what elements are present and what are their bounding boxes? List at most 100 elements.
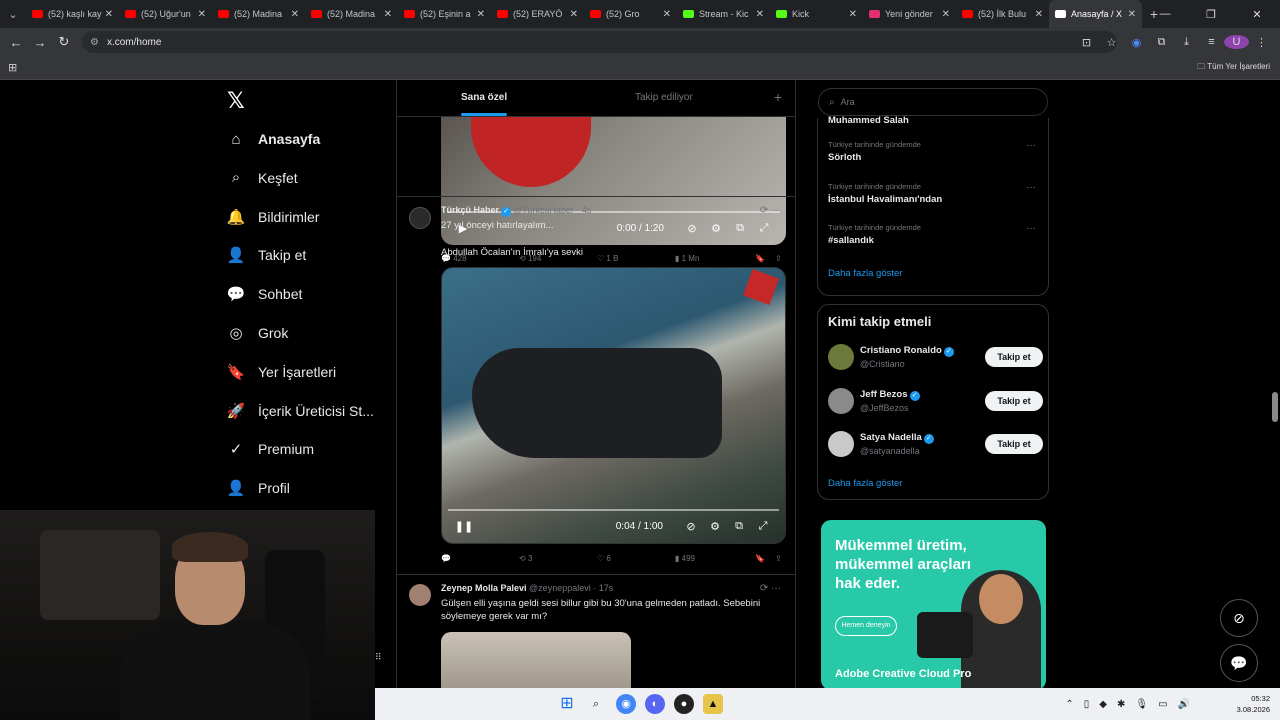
browser-tab[interactable]: Kick ✕ xyxy=(770,0,863,28)
video-player[interactable]: ❚❚ 0:04 / 1:00 ⊘ ⚙ ⧉ ⤢ xyxy=(441,267,786,544)
mute-icon[interactable]: ⊘ xyxy=(680,222,704,235)
bookmark-icon[interactable]: 🔖 xyxy=(755,554,775,563)
avatar[interactable] xyxy=(409,207,431,229)
system-clock[interactable]: 05:32 3.08.2026 xyxy=(1237,693,1270,715)
url-field[interactable]: ⚙ x.com/home xyxy=(82,31,1117,53)
chrome-icon[interactable]: ◉ xyxy=(616,694,636,714)
site-info-icon[interactable]: ⚙ xyxy=(90,37,99,48)
trend-more-icon[interactable]: ··· xyxy=(1026,182,1036,193)
post-more-icon[interactable]: ⟳ ··· xyxy=(760,205,781,216)
trend-more-icon[interactable]: ··· xyxy=(1026,140,1036,151)
author-name[interactable]: Türkçü Haber xyxy=(441,205,499,215)
tab-close-icon[interactable]: ✕ xyxy=(942,9,950,20)
profile-avatar[interactable]: U xyxy=(1224,35,1249,49)
browser-tab[interactable]: (52) İlk Bulu ✕ xyxy=(956,0,1049,28)
share-icon[interactable]: ⇪ xyxy=(775,254,782,263)
network-icon[interactable]: ▭ xyxy=(1158,699,1167,710)
post-more-icon[interactable]: ⟳ ··· xyxy=(760,583,781,594)
bookmark-icon[interactable]: 🔖 xyxy=(755,254,775,263)
avatar[interactable] xyxy=(409,584,431,606)
discord-icon[interactable]: ◐ xyxy=(645,694,665,714)
restore-icon[interactable]: ❐ xyxy=(1188,8,1234,21)
pip-icon[interactable]: ⧉ xyxy=(727,520,751,533)
app-icon[interactable]: ▲ xyxy=(703,694,723,714)
all-bookmarks-folder[interactable]: 🗀 Tüm Yer İşaretleri xyxy=(1197,61,1270,75)
minimize-icon[interactable]: — xyxy=(1142,8,1188,20)
sidebar-item-bookmarks[interactable]: 🔖 Yer İşaretleri xyxy=(226,358,336,386)
avatar[interactable] xyxy=(828,344,854,370)
bookmark-star-icon[interactable]: ☆ xyxy=(1099,36,1124,49)
close-window-icon[interactable]: ✕ xyxy=(1234,8,1280,21)
sidebar-item-profile[interactable]: 👤 Profil xyxy=(226,474,290,502)
avatar[interactable] xyxy=(828,431,854,457)
reload-icon[interactable]: ↻ xyxy=(52,34,76,50)
browser-tab[interactable]: (52) Madina ✕ xyxy=(212,0,305,28)
avatar[interactable] xyxy=(828,387,854,414)
pip-icon[interactable]: ⧉ xyxy=(728,222,752,235)
trend-item[interactable]: Türkiye tarihinde gündemde #sallandık ··· xyxy=(828,223,1043,246)
browser-menu-icon[interactable]: ⋮ xyxy=(1249,36,1274,49)
browser-tab[interactable]: Stream - Kic ✕ xyxy=(677,0,770,28)
tab-close-icon[interactable]: ✕ xyxy=(663,9,671,20)
ad-cta-button[interactable]: Hemen deneyin xyxy=(835,616,897,636)
search-icon[interactable]: ⌕ xyxy=(586,694,606,714)
mic-icon[interactable]: 🎙 xyxy=(1135,699,1148,710)
browser-tab[interactable]: (52) Madina ✕ xyxy=(305,0,398,28)
pause-icon[interactable]: ❚❚ xyxy=(452,520,476,533)
tab-close-icon[interactable]: ✕ xyxy=(756,9,764,20)
tab-close-icon[interactable]: ✕ xyxy=(1128,9,1136,20)
extensions-puzzle-icon[interactable]: ⧉ xyxy=(1149,36,1174,49)
volume-icon[interactable]: 🔊 xyxy=(1178,699,1190,710)
tab-close-icon[interactable]: ✕ xyxy=(849,9,857,20)
trend-item[interactable]: Türkiye tarihinde gündemde İstanbul Haval… xyxy=(828,182,1043,205)
author-handle[interactable]: @zeyneppalevi · 17s xyxy=(529,583,613,593)
tab-for-you[interactable]: Sana özel xyxy=(461,92,507,103)
sidebar-item-notifications[interactable]: 🔔 Bildirimler xyxy=(226,203,320,231)
tab-following[interactable]: Takip ediliyor xyxy=(635,92,693,103)
apps-grid-icon[interactable]: ⊞ xyxy=(8,61,17,74)
fullscreen-icon[interactable]: ⤢ xyxy=(752,222,776,235)
start-icon[interactable]: ⊞ xyxy=(557,694,577,714)
post-image[interactable] xyxy=(441,632,631,690)
reply-button[interactable]: 💬 xyxy=(441,554,519,563)
grok-fab-icon[interactable]: ⊘ xyxy=(1220,599,1258,637)
browser-tab[interactable]: Yeni gönder ✕ xyxy=(863,0,956,28)
tab-close-icon[interactable]: ✕ xyxy=(477,9,485,20)
mute-icon[interactable]: ⊘ xyxy=(679,520,703,533)
sidebar-more-icon[interactable]: ⠿ xyxy=(375,652,382,663)
trend-item[interactable]: Türkiye tarihinde gündemde Sörloth ··· xyxy=(828,140,1043,163)
tab-close-icon[interactable]: ✕ xyxy=(198,9,206,20)
settings-icon[interactable]: ⚙ xyxy=(703,520,727,533)
obs-icon[interactable]: ● xyxy=(674,694,694,714)
like-button[interactable]: ♡ 1 B xyxy=(597,254,675,263)
author-name[interactable]: Zeynep Molla Palevi xyxy=(441,583,527,593)
follow-suggestion[interactable]: Cristiano Ronaldo ✓ @Cristiano Takip et xyxy=(828,341,1043,375)
browser-tab[interactable]: (52) kaşlı kay ✕ xyxy=(26,0,119,28)
tab-close-icon[interactable]: ✕ xyxy=(291,9,299,20)
download-icon[interactable]: ⤓ xyxy=(1174,36,1199,49)
search-input[interactable]: ⌕ Ara xyxy=(818,88,1048,116)
trend-more-icon[interactable]: ··· xyxy=(1026,223,1036,234)
like-button[interactable]: ♡ 6 xyxy=(597,554,675,563)
author-handle[interactable]: @TurkcuHaber · 4s xyxy=(513,205,591,215)
follow-button[interactable]: Takip et xyxy=(985,434,1043,454)
tab-close-icon[interactable]: ✕ xyxy=(105,9,113,20)
sidebar-item-premium[interactable]: ✓ Premium xyxy=(226,435,314,463)
sidebar-item-creator-studio[interactable]: 🚀 İçerik Üreticisi St... xyxy=(226,397,374,425)
tab-close-icon[interactable]: ✕ xyxy=(570,9,578,20)
browser-tab[interactable]: (52) Eşinin a ✕ xyxy=(398,0,491,28)
back-icon[interactable]: ← xyxy=(4,35,28,50)
sidebar-item-grok[interactable]: ◎ Grok xyxy=(226,319,288,347)
tab-close-icon[interactable]: ✕ xyxy=(384,9,392,20)
tray-overflow-icon[interactable]: ⌃ xyxy=(1065,699,1073,710)
battery-icon[interactable]: ▯ xyxy=(1084,699,1090,710)
repost-button[interactable]: ⟲ 3 xyxy=(519,554,597,563)
browser-tab[interactable]: (52) Uğur'un ✕ xyxy=(119,0,212,28)
media-icon[interactable]: ≡ xyxy=(1199,36,1224,48)
sidebar-item-chat[interactable]: 💬 Sohbet xyxy=(226,280,303,308)
follow-button[interactable]: Takip et xyxy=(985,390,1043,411)
share-icon[interactable]: ⇪ xyxy=(775,554,782,563)
messages-fab-icon[interactable]: 💬 xyxy=(1220,644,1258,682)
bluetooth-icon[interactable]: ✱ xyxy=(1117,699,1125,710)
settings-icon[interactable]: ⚙ xyxy=(704,222,728,235)
